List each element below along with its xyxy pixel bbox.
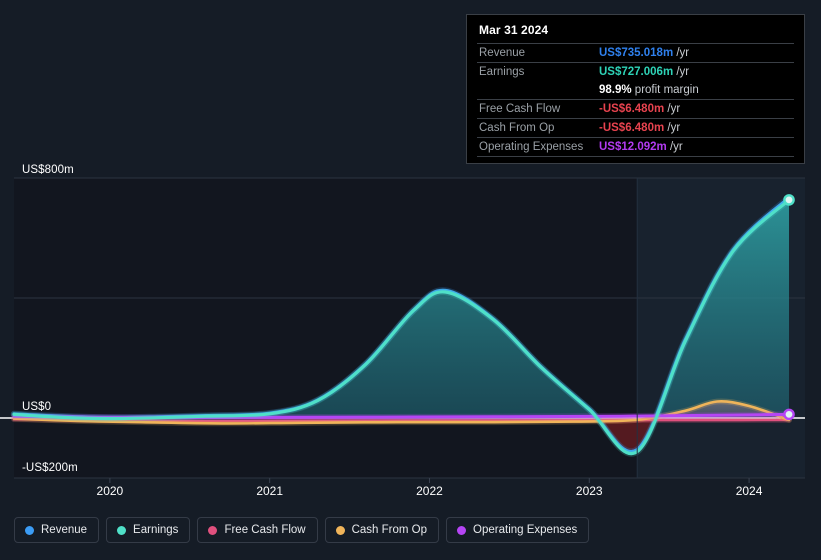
tooltip-amount: -US$6.480m: [599, 103, 665, 115]
legend-item-cash-from-op[interactable]: Cash From Op: [324, 517, 440, 543]
x-axis-tick-label: 2024: [735, 484, 763, 498]
tooltip-amount: US$12.092m: [599, 141, 667, 153]
tooltip-unit: /yr: [673, 47, 690, 59]
x-axis-tick-label: 2022: [416, 484, 443, 498]
legend-item-label: Earnings: [133, 524, 179, 536]
tooltip-amount: 98.9%: [599, 84, 632, 96]
tooltip-row: Free Cash Flow -US$6.480m /yr: [477, 99, 794, 119]
tooltip-row-value: US$735.018m /yr: [597, 43, 794, 63]
financial-chart-widget: US$800m US$0 -US$200m 2020 2021 2022 2023 2024…: [0, 0, 821, 560]
legend-item-label: Operating Expenses: [473, 524, 578, 536]
legend-color-dot-icon: [335, 525, 345, 535]
tooltip-unit: /yr: [666, 141, 683, 153]
tooltip-row: 98.9% profit margin: [477, 81, 794, 100]
tooltip-unit: /yr: [664, 103, 681, 115]
tooltip-unit: profit margin: [631, 84, 699, 96]
x-axis-tick-label: 2023: [575, 484, 603, 498]
legend-item-label: Free Cash Flow: [224, 524, 306, 536]
legend-item-free-cash-flow[interactable]: Free Cash Flow: [197, 517, 318, 543]
legend-color-dot-icon: [208, 525, 218, 535]
tooltip-row: Revenue US$735.018m /yr: [477, 43, 794, 63]
tooltip-unit: /yr: [664, 122, 681, 134]
tooltip-date: Mar 31 2024: [479, 23, 549, 37]
tooltip-row-label: [477, 81, 597, 100]
x-axis-tick-label: 2021: [256, 484, 284, 498]
tooltip-row-label: Operating Expenses: [477, 137, 597, 157]
tooltip-row-value: US$12.092m /yr: [597, 137, 794, 157]
tooltip-row: Operating Expenses US$12.092m /yr: [477, 137, 794, 157]
tooltip-amount: US$727.006m: [599, 66, 674, 78]
tooltip-row-value: -US$6.480m /yr: [597, 118, 794, 138]
tooltip-table: Revenue US$735.018m /yr Earnings US$727.006…: [477, 43, 794, 157]
legend-color-dot-icon: [25, 525, 34, 535]
legend-item-label: Revenue: [41, 524, 88, 536]
tooltip-row: Earnings US$727.006m /yr: [477, 62, 794, 81]
data-tooltip: Mar 31 2024 Revenue US$735.018m /yr Earnin…: [466, 14, 805, 164]
tooltip-row-label: Free Cash Flow: [477, 99, 597, 119]
legend-item-operating-expenses[interactable]: Operating Expenses: [446, 517, 590, 543]
legend-item-earnings[interactable]: Earnings: [106, 517, 191, 543]
tooltip-row-value: 98.9% profit margin: [597, 81, 794, 100]
tooltip-row-label: Revenue: [477, 43, 597, 63]
legend-color-dot-icon: [457, 525, 467, 535]
chart-legend: Revenue Earnings Free Cash Flow Cash From O…: [14, 517, 590, 543]
legend-color-dot-icon: [117, 525, 127, 535]
tooltip-unit: /yr: [673, 66, 690, 78]
tooltip-amount: US$735.018m: [599, 47, 674, 59]
x-axis-tick-label: 2020: [96, 484, 124, 498]
legend-item-revenue[interactable]: Revenue: [14, 517, 100, 543]
tooltip-amount: -US$6.480m: [599, 122, 665, 134]
tooltip-row-value: US$727.006m /yr: [597, 62, 794, 81]
tooltip-row-label: Cash From Op: [477, 118, 597, 138]
tooltip-row-value: -US$6.480m /yr: [597, 99, 794, 119]
legend-item-label: Cash From Op: [351, 524, 428, 536]
tooltip-row-label: Earnings: [477, 62, 597, 81]
tooltip-row: Cash From Op -US$6.480m /yr: [477, 118, 794, 138]
